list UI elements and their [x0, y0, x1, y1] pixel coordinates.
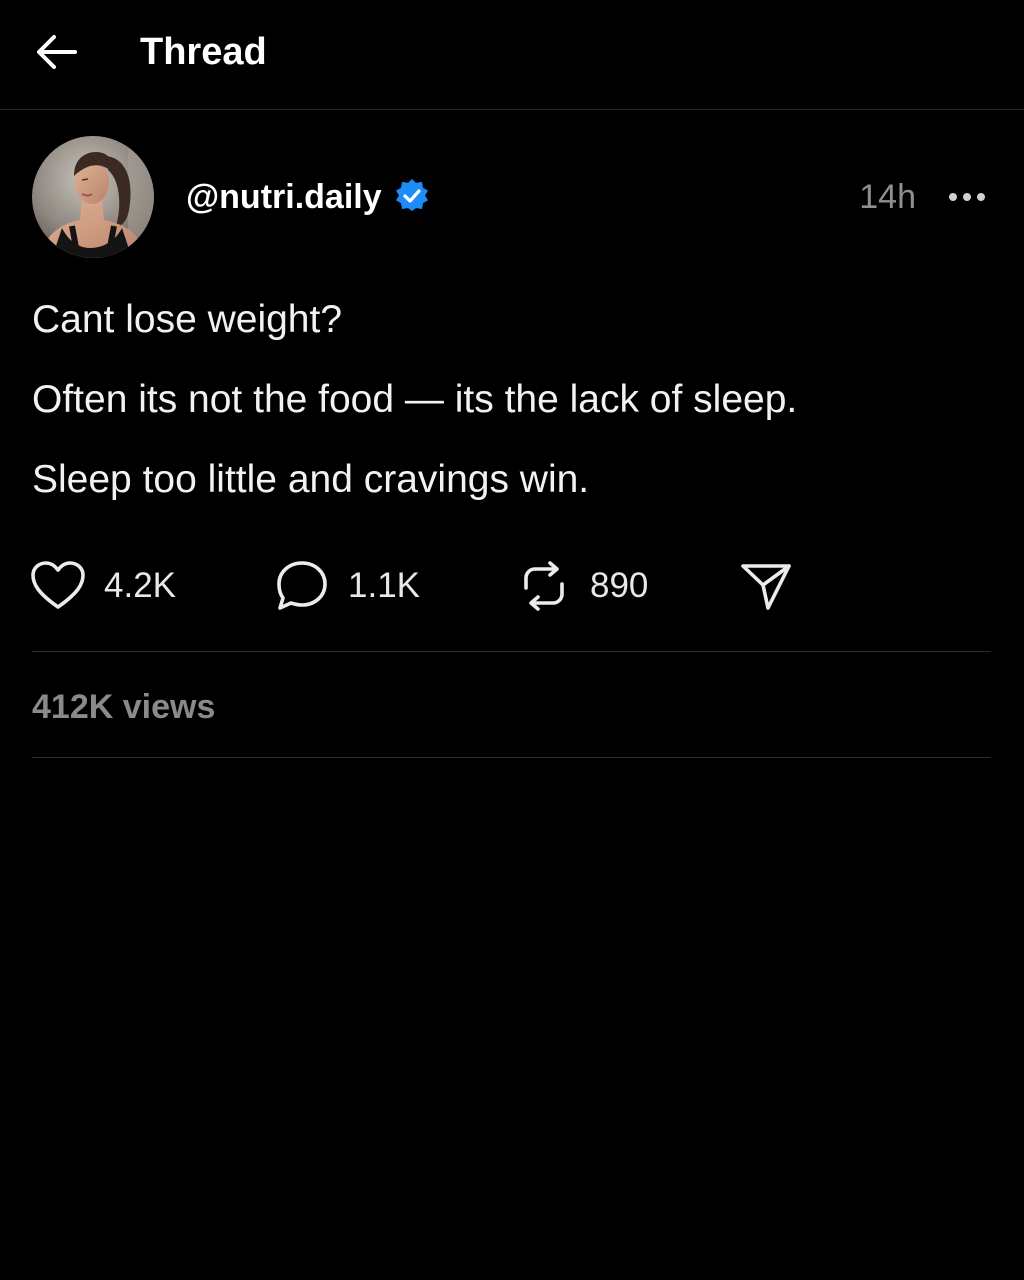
more-options-button[interactable]: [944, 176, 990, 218]
heart-icon: [31, 561, 85, 609]
repost-button[interactable]: 890: [516, 558, 648, 614]
top-bar: Thread: [0, 0, 1024, 110]
avatar-image: [32, 136, 154, 258]
view-count: 412K views: [32, 688, 216, 726]
back-button[interactable]: [30, 28, 84, 76]
post-timestamp: 14h: [859, 178, 916, 216]
like-button[interactable]: 4.2K: [30, 558, 176, 614]
speech-bubble-icon: [277, 561, 327, 610]
verified-badge-icon: [396, 179, 428, 211]
more-horizontal-icon: [949, 193, 985, 201]
post-text-line-2: Often its not the food — its the lack of…: [32, 378, 798, 421]
reply-count: 1.1K: [348, 566, 420, 605]
share-button[interactable]: [738, 558, 794, 614]
repost-count: 890: [590, 566, 649, 605]
post-text-line-3: Sleep too little and cravings win.: [32, 458, 590, 501]
author-handle[interactable]: @nutri.daily: [186, 174, 382, 220]
avatar[interactable]: [32, 136, 154, 258]
repost-icon: [524, 561, 564, 611]
post-text-line-1: Cant lose weight?: [32, 298, 343, 341]
divider: [32, 651, 991, 652]
page-title: Thread: [140, 31, 267, 73]
divider: [32, 757, 991, 758]
like-count: 4.2K: [104, 566, 176, 605]
arrow-left-icon: [37, 35, 77, 69]
reply-button[interactable]: 1.1K: [274, 558, 420, 614]
send-icon: [741, 564, 791, 610]
